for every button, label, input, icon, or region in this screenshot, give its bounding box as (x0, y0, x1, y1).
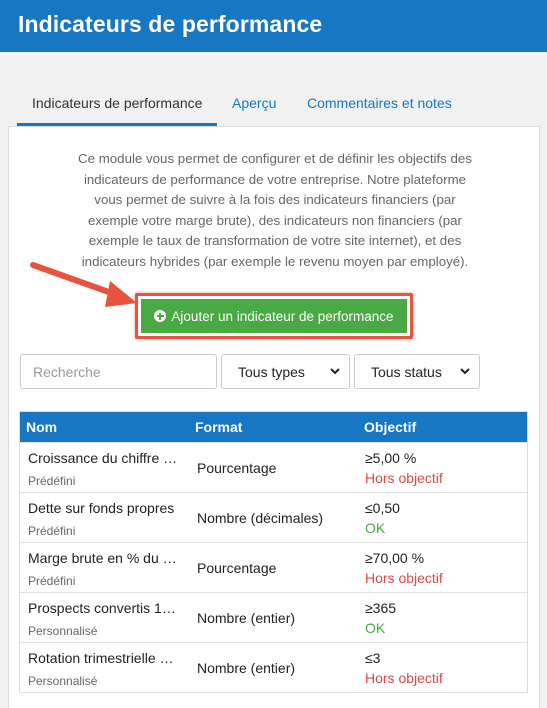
add-indicator-button[interactable]: Ajouter un indicateur de performance (141, 299, 407, 333)
row-name: Dette sur fonds propres (28, 500, 175, 516)
table-row[interactable]: Rotation trimestrielle des stocks Person… (20, 642, 527, 692)
row-origin: Prédéfini (28, 574, 76, 588)
row-status: Hors objectif (365, 570, 443, 586)
row-origin: Personnalisé (28, 674, 98, 688)
status-select-value: Tous status (371, 364, 442, 380)
row-goal: ≤3 (365, 650, 381, 666)
column-header-nom: Nom (26, 419, 58, 435)
type-select-value: Tous types (238, 364, 305, 380)
row-name: Marge brute en % du chiffre d'affaires (28, 550, 180, 566)
chevron-down-icon (330, 368, 340, 375)
tab-indicateurs[interactable]: Indicateurs de performance (17, 84, 218, 126)
row-goal: ≥70,00 % (365, 550, 425, 566)
status-select[interactable]: Tous status (354, 354, 480, 389)
column-header-objectif: Objectif (364, 419, 417, 435)
row-origin: Personnalisé (28, 624, 98, 638)
add-button-highlight: Ajouter un indicateur de performance (135, 293, 413, 339)
row-origin: Prédéfini (28, 524, 76, 538)
row-name: Rotation trimestrielle des stocks (28, 650, 180, 666)
row-status: Hors objectif (365, 670, 443, 686)
row-goal: ≥365 (365, 600, 397, 616)
row-status: OK (365, 620, 386, 636)
row-goal: ≤0,50 (365, 500, 400, 516)
row-format: Nombre (décimales) (197, 510, 324, 526)
intro-line: Ce module vous permet de configurer et d… (78, 151, 472, 166)
intro-line: exemple votre marge brute), des indicate… (88, 212, 462, 228)
row-status: OK (365, 520, 386, 536)
type-select[interactable]: Tous types (221, 354, 350, 389)
table-header: Nom Format Objectif (20, 412, 527, 442)
search-input[interactable] (20, 354, 217, 389)
table-row[interactable]: Dette sur fonds propres Prédéfini Nombre… (20, 492, 527, 542)
intro-line: exemple le taux de transformation de vot… (88, 233, 462, 248)
chevron-down-icon (460, 368, 470, 375)
row-format: Pourcentage (197, 460, 277, 476)
row-status: Hors objectif (365, 470, 443, 486)
row-name: Croissance du chiffre d'affaires (28, 450, 180, 466)
row-format: Nombre (entier) (197, 610, 296, 626)
intro-text: Ce module vous permet de configurer et d… (51, 149, 499, 272)
tab-apercu[interactable]: Aperçu (232, 84, 276, 126)
intro-line: vous permet de suivre à la fois des indi… (94, 192, 456, 207)
pointer-arrow-icon (30, 262, 137, 307)
plus-circle-icon (154, 310, 167, 322)
table-row[interactable]: Prospects convertis 1er trimestre Person… (20, 592, 527, 642)
row-name: Prospects convertis 1er trimestre (28, 600, 180, 616)
page-title: Indicateurs de performance (18, 11, 323, 37)
row-goal: ≥5,00 % (365, 450, 417, 466)
indicators-table: Nom Format Objectif Croissance du chiffr… (19, 411, 528, 693)
row-format: Pourcentage (197, 560, 277, 576)
row-origin: Prédéfini (28, 474, 76, 488)
table-row[interactable]: Croissance du chiffre d'affaires Prédéfi… (20, 442, 527, 492)
intro-line: indicateurs de performance de votre entr… (83, 171, 467, 187)
add-indicator-label: Ajouter un indicateur de performance (171, 308, 394, 324)
row-format: Nombre (entier) (197, 660, 296, 676)
column-header-format: Format (195, 419, 243, 435)
tab-commentaires[interactable]: Commentaires et notes (307, 84, 452, 126)
app-header: Indicateurs de performance (0, 0, 547, 52)
main-panel: Ce module vous permet de configurer et d… (8, 126, 540, 708)
table-row[interactable]: Marge brute en % du chiffre d'affaires P… (20, 542, 527, 592)
